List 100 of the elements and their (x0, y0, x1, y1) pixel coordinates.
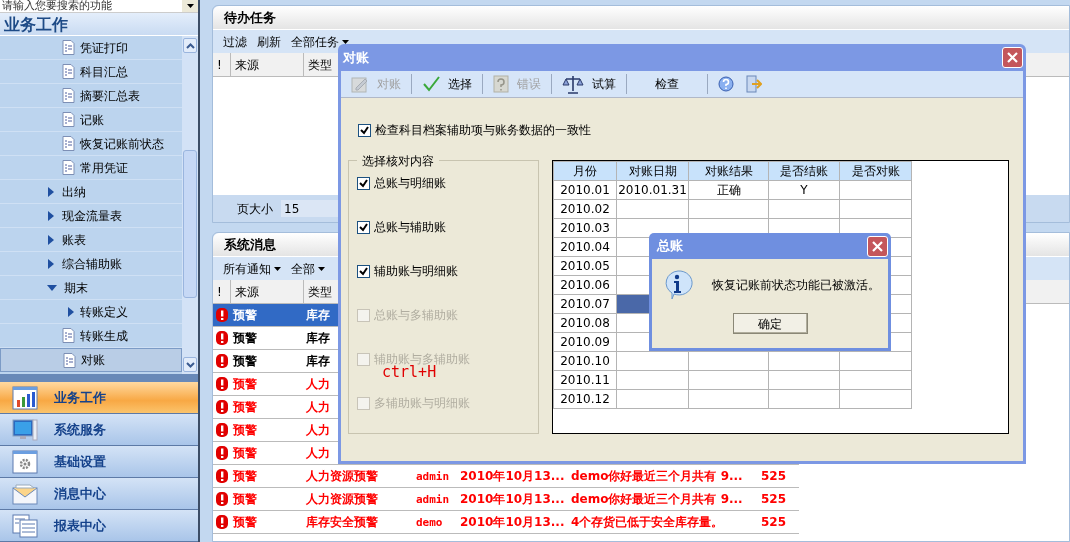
table-cell: 预警 (233, 331, 257, 345)
tree-item[interactable]: 常用凭证 (0, 156, 182, 180)
ok-button[interactable]: 确定 (732, 313, 808, 334)
nav-button[interactable]: 系统服务 (0, 414, 198, 446)
tree-item[interactable]: 凭证打印 (0, 36, 182, 60)
table-cell: demo (416, 515, 443, 529)
tree-item[interactable]: 科目汇总 (0, 60, 182, 84)
caret-down-icon (318, 266, 325, 271)
toolbar-button[interactable]: 刷新 (257, 32, 281, 51)
alert-icon (216, 492, 228, 506)
table-cell: 525 (761, 492, 787, 506)
document-icon (62, 136, 75, 151)
table-cell: 2010.07 (553, 294, 617, 314)
toolbar-button[interactable]: 所有通知 (223, 259, 281, 278)
column-header[interactable]: 是否对账 (839, 161, 912, 181)
message-row[interactable]: 预警 人力资源预警 admin 2010年10月13... demo你好最近三个月共有 9... 525 (213, 488, 799, 511)
table-cell: 人力 (306, 446, 330, 460)
search-field[interactable]: 请输入您要搜索的功能 (0, 0, 198, 13)
table-cell: 2010.08 (553, 313, 617, 333)
checkbox[interactable]: 检查科目档案辅助项与账务数据的一致性 (358, 121, 1023, 139)
nav-button[interactable]: 基础设置 (0, 446, 198, 478)
table-cell: 2010.02 (553, 199, 617, 219)
table-cell: 人力 (306, 423, 330, 437)
chevron-down-icon (185, 361, 195, 368)
nav-button[interactable]: 报表中心 (0, 510, 198, 542)
table-cell: 人力 (306, 377, 330, 391)
column-header[interactable]: 月份 (553, 161, 617, 181)
table-cell: Y (768, 180, 840, 200)
table-cell: 2010年10月13... (460, 492, 565, 506)
toolbar-button[interactable]: 选择 (416, 73, 478, 95)
checkbox[interactable]: 辅助账与明细账 (357, 262, 538, 280)
message-row[interactable]: 预警 库存安全预警 demo 2010年10月13... 4个存货已低于安全库存量。 525 (213, 511, 799, 534)
table-cell: 2010.03 (553, 218, 617, 238)
chart-icon (12, 385, 38, 410)
checkbox[interactable]: 总账与辅助账 (357, 218, 538, 236)
alert-icon (216, 400, 228, 414)
table-cell: 人力资源预警 (306, 492, 378, 506)
document-icon (63, 352, 76, 368)
table-cell: demo你好最近三个月共有 9... (571, 469, 743, 483)
close-button[interactable] (1002, 47, 1023, 68)
tree-item[interactable]: 恢复记账前状态 (0, 132, 182, 156)
tree-item[interactable]: 摘要汇总表 (0, 84, 182, 108)
table-cell: 2010.11 (553, 370, 617, 390)
scale-icon (562, 74, 584, 94)
caret-right-icon (67, 306, 75, 317)
toolbar-button[interactable]: 检查 (631, 73, 703, 95)
nav-button[interactable]: 业务工作 (0, 382, 198, 414)
toolbar-button[interactable]: 过滤 (223, 32, 247, 51)
table-cell: demo你好最近三个月共有 9... (571, 492, 743, 506)
check-icon (359, 222, 368, 232)
table-cell: 2010年10月13... (460, 515, 565, 529)
gear-icon (12, 449, 38, 474)
table-cell: 预警 (233, 400, 257, 414)
table-cell: 正确 (688, 180, 769, 200)
chevron-up-icon (185, 42, 195, 49)
help-icon (718, 76, 734, 92)
toolbar-button[interactable]: 试算 (556, 73, 622, 95)
close-button[interactable] (867, 235, 888, 257)
monitor-icon (12, 417, 38, 442)
nav-button[interactable]: 消息中心 (0, 478, 198, 510)
page-size-label: 页大小 (237, 200, 273, 218)
caret-down-icon (186, 4, 194, 8)
document-icon (62, 112, 75, 127)
column-header[interactable]: 来源 (231, 53, 304, 76)
scroll-up-button[interactable] (183, 38, 197, 53)
caret-down-icon (274, 266, 281, 271)
column-header[interactable]: 来源 (231, 280, 304, 303)
column-header[interactable]: ! (213, 53, 231, 76)
caret-right-icon (47, 210, 55, 221)
scrollbar-thumb[interactable] (183, 150, 197, 298)
checkbox[interactable]: 总账与明细账 (357, 174, 538, 192)
column-header[interactable]: 对账日期 (616, 161, 689, 181)
table-cell: 2010.04 (553, 237, 617, 257)
caret-right-icon (47, 234, 55, 245)
alert-icon (216, 469, 228, 483)
column-header[interactable]: 是否结账 (768, 161, 840, 181)
table-cell: 预警 (233, 492, 257, 506)
column-header[interactable]: 对账结果 (688, 161, 769, 181)
table-cell: 库存 (306, 354, 330, 368)
dropdown-button[interactable] (182, 0, 198, 12)
tree-item[interactable]: 对账 (0, 348, 182, 372)
column-header[interactable]: ! (213, 280, 231, 303)
message-row[interactable]: 预警 人力资源预警 admin 2010年10月13... demo你好最近三个月共有 9... 525 (213, 465, 799, 488)
scroll-down-button[interactable] (183, 357, 197, 373)
alert-icon (216, 331, 228, 345)
table-cell: 2010.05 (553, 256, 617, 276)
check-icon (359, 266, 368, 276)
table-cell: 库存 (306, 331, 330, 345)
alert-icon (216, 423, 228, 437)
toolbar-button[interactable]: 全部 (291, 259, 325, 278)
table-cell: 预警 (233, 469, 257, 483)
caret-down-icon (47, 283, 57, 292)
tree-item[interactable]: 记账 (0, 108, 182, 132)
alert-icon (216, 354, 228, 368)
table-cell: 预警 (233, 377, 257, 391)
table-cell: 2010.06 (553, 275, 617, 295)
dialog-title: 总账 (657, 237, 683, 256)
toolbar-button[interactable]: 全部任务 (291, 32, 349, 51)
table-cell: 2010.01 (553, 180, 617, 200)
document-icon (62, 40, 75, 55)
